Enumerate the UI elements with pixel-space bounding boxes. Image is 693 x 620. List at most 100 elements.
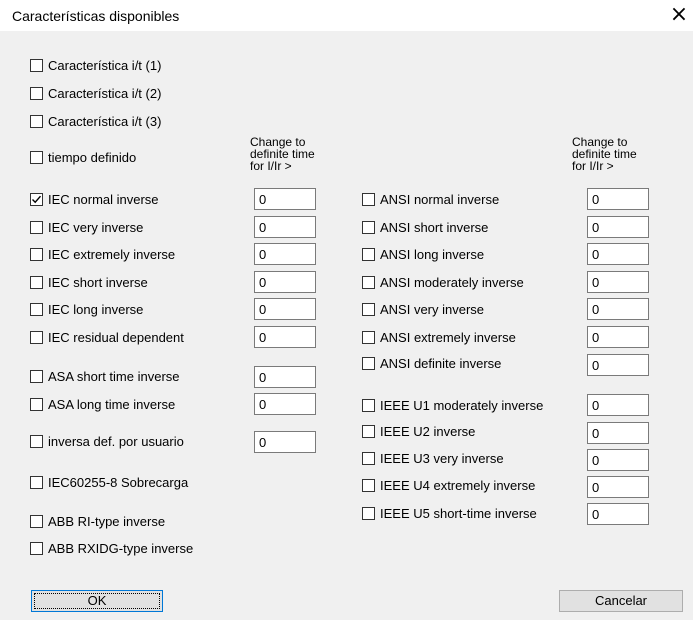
checkbox-iec-long-inverse[interactable]: IEC long inverse — [30, 300, 143, 318]
checkbox-box[interactable] — [30, 397, 43, 411]
ansi-short-inverse-field[interactable] — [587, 216, 649, 238]
checkbox-ansi-definite-inverse[interactable]: ANSI definite inverse — [362, 354, 501, 372]
checkbox-ansi-moderately-inverse[interactable]: ANSI moderately inverse — [362, 273, 524, 291]
cancel-button-label: Cancelar — [594, 593, 648, 608]
header-line: for I/Ir > — [250, 159, 292, 173]
iec-long-inverse-field[interactable] — [254, 298, 316, 320]
checkbox-ieee-u5-short-time-inverse[interactable]: IEEE U5 short-time inverse — [362, 504, 537, 522]
checkbox-box[interactable] — [30, 247, 43, 261]
checkbox-asa-long-time-inverse[interactable]: ASA long time inverse — [30, 395, 175, 413]
inversa-def-usuario-field[interactable] — [254, 431, 316, 453]
focus-rect — [34, 593, 160, 609]
ansi-moderately-inverse-field[interactable] — [587, 271, 649, 293]
checkbox-box[interactable] — [362, 302, 375, 316]
checkbox-ansi-short-inverse[interactable]: ANSI short inverse — [362, 218, 488, 236]
checkbox-ansi-very-inverse[interactable]: ANSI very inverse — [362, 300, 484, 318]
window-title: Características disponibles — [12, 8, 180, 24]
checkbox-box[interactable] — [362, 220, 375, 234]
checkbox-box[interactable] — [362, 192, 375, 206]
checkbox-ansi-long-inverse[interactable]: ANSI long inverse — [362, 245, 484, 263]
definite-time-header-left: Change to definite time for I/Ir > — [250, 136, 315, 172]
dialog-body: Característica i/t (1) Característica i/… — [0, 32, 693, 620]
checkbox-box[interactable] — [30, 369, 43, 383]
ieee-u2-inverse-field[interactable] — [587, 422, 649, 444]
checkbox-asa-short-time-inverse[interactable]: ASA short time inverse — [30, 367, 180, 385]
close-icon[interactable]: × — [669, 2, 689, 28]
checkbox-label: tiempo definido — [48, 149, 137, 165]
iec-extremely-inverse-field[interactable] — [254, 243, 316, 265]
checkbox-caracteristica-1[interactable]: Característica i/t (1) — [30, 56, 161, 74]
ansi-very-inverse-field[interactable] — [587, 298, 649, 320]
checkbox-box[interactable] — [362, 478, 375, 492]
checkbox-label: IEC very inverse — [48, 219, 144, 235]
checkbox-label: inversa def. por usuario — [48, 433, 184, 449]
checkbox-ansi-normal-inverse[interactable]: ANSI normal inverse — [362, 190, 499, 208]
checkbox-box[interactable] — [362, 506, 375, 520]
ansi-normal-inverse-field[interactable] — [587, 188, 649, 210]
cancel-button[interactable]: Cancelar — [559, 590, 683, 612]
title-bar: Características disponibles × — [0, 0, 693, 32]
iec-normal-inverse-field[interactable] — [254, 188, 316, 210]
asa-long-time-inverse-field[interactable] — [254, 393, 316, 415]
ieee-u3-very-inverse-field[interactable] — [587, 449, 649, 471]
checkbox-label: ABB RI-type inverse — [48, 513, 166, 529]
checkbox-box[interactable] — [30, 302, 43, 316]
checkbox-label: IEEE U1 moderately inverse — [380, 397, 544, 413]
checkbox-box[interactable] — [30, 220, 43, 234]
checkbox-tiempo-definido[interactable]: tiempo definido — [30, 148, 136, 166]
checkbox-ieee-u1-moderately-inverse[interactable]: IEEE U1 moderately inverse — [362, 396, 543, 414]
checkbox-box[interactable] — [362, 424, 375, 438]
iec-short-inverse-field[interactable] — [254, 271, 316, 293]
ansi-extremely-inverse-field[interactable] — [587, 326, 649, 348]
checkbox-box[interactable] — [30, 86, 43, 100]
checkbox-box[interactable] — [362, 398, 375, 412]
checkbox-label: IEC long inverse — [48, 301, 144, 317]
checkbox-caracteristica-2[interactable]: Característica i/t (2) — [30, 84, 161, 102]
checkbox-ieee-u4-extremely-inverse[interactable]: IEEE U4 extremely inverse — [362, 476, 535, 494]
checkbox-label: ANSI very inverse — [380, 301, 485, 317]
checkbox-ansi-extremely-inverse[interactable]: ANSI extremely inverse — [362, 328, 516, 346]
checkbox-box[interactable] — [362, 330, 375, 344]
checkbox-iec-extremely-inverse[interactable]: IEC extremely inverse — [30, 245, 175, 263]
checkbox-inversa-def-usuario[interactable]: inversa def. por usuario — [30, 432, 184, 450]
checkbox-label: ANSI long inverse — [380, 246, 485, 262]
checkbox-abb-rxidg-type-inverse[interactable]: ABB RXIDG-type inverse — [30, 539, 193, 557]
checkbox-label: IEEE U5 short-time inverse — [380, 505, 537, 521]
ieee-u4-extremely-inverse-field[interactable] — [587, 476, 649, 498]
checkbox-iec60255-8-sobrecarga[interactable]: IEC60255-8 Sobrecarga — [30, 473, 188, 491]
checkbox-box[interactable] — [362, 451, 375, 465]
iec-residual-dependent-field[interactable] — [254, 326, 316, 348]
checkbox-box[interactable] — [30, 192, 43, 206]
ansi-definite-inverse-field[interactable] — [587, 354, 649, 376]
checkbox-box[interactable] — [362, 356, 375, 370]
checkbox-box[interactable] — [30, 434, 43, 448]
checkbox-iec-very-inverse[interactable]: IEC very inverse — [30, 218, 143, 236]
checkbox-box[interactable] — [30, 330, 43, 344]
checkbox-box[interactable] — [30, 541, 43, 555]
checkbox-label: IEC60255-8 Sobrecarga — [48, 474, 189, 490]
checkbox-caracteristica-3[interactable]: Característica i/t (3) — [30, 112, 161, 130]
checkbox-box[interactable] — [362, 275, 375, 289]
checkbox-box[interactable] — [30, 58, 43, 72]
checkbox-ieee-u3-very-inverse[interactable]: IEEE U3 very inverse — [362, 449, 504, 467]
checkbox-box[interactable] — [30, 114, 43, 128]
check-icon — [32, 195, 42, 203]
checkbox-box[interactable] — [362, 247, 375, 261]
checkbox-box[interactable] — [30, 514, 43, 528]
checkbox-abb-ri-type-inverse[interactable]: ABB RI-type inverse — [30, 512, 165, 530]
ieee-u5-short-time-inverse-field[interactable] — [587, 503, 649, 525]
checkbox-label: ABB RXIDG-type inverse — [48, 540, 194, 556]
iec-very-inverse-field[interactable] — [254, 216, 316, 238]
ok-button[interactable]: OK — [31, 590, 163, 612]
checkbox-iec-normal-inverse[interactable]: IEC normal inverse — [30, 190, 159, 208]
checkbox-box[interactable] — [30, 150, 43, 164]
checkbox-iec-residual-dependent[interactable]: IEC residual dependent — [30, 328, 184, 346]
ansi-long-inverse-field[interactable] — [587, 243, 649, 265]
checkbox-iec-short-inverse[interactable]: IEC short inverse — [30, 273, 148, 291]
checkbox-box[interactable] — [30, 275, 43, 289]
checkbox-box[interactable] — [30, 475, 43, 489]
asa-short-time-inverse-field[interactable] — [254, 366, 316, 388]
checkbox-ieee-u2-inverse[interactable]: IEEE U2 inverse — [362, 422, 475, 440]
ieee-u1-moderately-inverse-field[interactable] — [587, 394, 649, 416]
checkbox-label: Característica i/t (1) — [48, 57, 162, 73]
